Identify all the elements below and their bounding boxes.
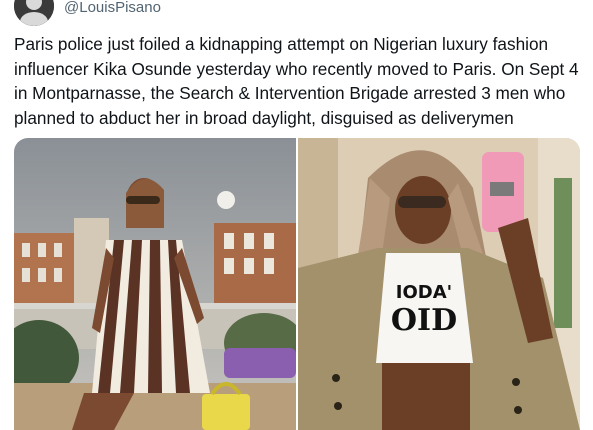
media-photo-left[interactable] bbox=[14, 138, 296, 430]
author-handle[interactable]: @LouisPisano bbox=[64, 0, 161, 16]
mirror-selfie-photo-icon: IODA' OID bbox=[298, 138, 580, 430]
tweet-media[interactable]: IODA' OID bbox=[14, 138, 580, 430]
tweet-text: Paris police just foiled a kidnapping at… bbox=[14, 34, 579, 128]
avatar[interactable] bbox=[14, 0, 54, 26]
shirt-print-bottom: OID bbox=[391, 303, 457, 338]
user-avatar-icon bbox=[14, 0, 54, 26]
rooftop-photo-icon bbox=[14, 138, 296, 430]
shirt-print-top: IODA' bbox=[396, 282, 452, 303]
media-photo-right[interactable]: IODA' OID bbox=[298, 138, 580, 430]
